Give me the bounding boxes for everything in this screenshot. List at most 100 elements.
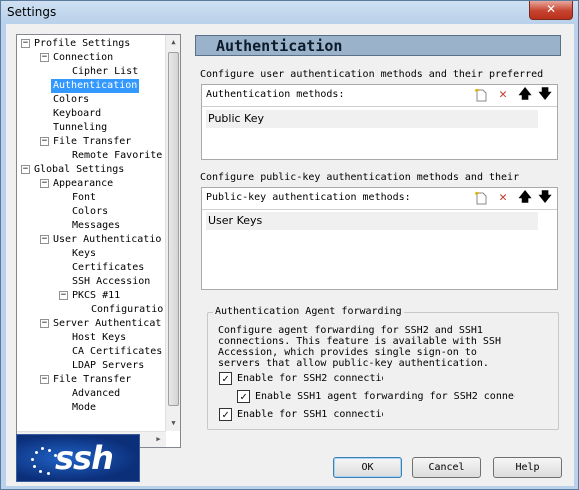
collapse-toggle-icon[interactable]: − [21,39,30,48]
pk-methods-label: Public-key authentication methods: [206,192,411,203]
check-icon: ✓ [219,372,232,385]
cancel-button[interactable]: Cancel [412,457,481,478]
settings-window: Settings ✕ − Profile Settings − Connection C… [0,0,579,490]
tree-item-label: Colors [72,206,109,217]
tree-item-label: Cipher List [72,66,139,77]
tree-item-label: CA Certificates [72,346,163,357]
auth-methods-description: Configure user authentication methods an… [200,69,544,80]
tree-item[interactable]: Mode [17,401,166,415]
tree-item[interactable]: Host Keys [17,331,166,345]
tree-item-label: Connection [53,52,114,63]
tree-item[interactable]: − User Authenticatio [17,233,166,247]
tree-item[interactable]: − Server Authenticat [17,317,166,331]
tree-item[interactable]: Remote Favorite [17,149,166,163]
title-bar[interactable]: Settings ✕ [1,1,578,23]
collapse-toggle-icon[interactable]: − [40,179,49,188]
collapse-toggle-icon[interactable]: − [40,53,49,62]
tree-item[interactable]: Advanced [17,387,166,401]
collapse-toggle-icon[interactable]: − [40,235,49,244]
tree-item[interactable]: Keys [17,247,166,261]
new-icon[interactable] [473,88,489,104]
check-icon: ✓ [219,408,232,421]
tree-item-label: Colors [53,94,90,105]
tree-item[interactable]: SSH Accession [17,275,166,289]
tree-item[interactable]: − Appearance [17,177,166,191]
tree-item-label: Keyboard [53,108,102,119]
list-separator [202,106,557,107]
auth-methods-label: Authentication methods: [206,89,345,100]
tree-item-label: File Transfer [53,374,132,385]
tree-item[interactable]: Authentication [17,79,166,93]
close-button[interactable]: ✕ [529,1,573,20]
tree-item[interactable]: − Global Settings [17,163,166,177]
arrow-down-icon[interactable]: 🡇 [537,87,553,103]
scroll-down-arrow-icon[interactable]: ▼ [166,416,180,431]
tree-item[interactable]: Certificates [17,261,166,275]
page-title: Authentication [216,37,343,55]
auth-methods-list[interactable]: Authentication methods: ✕ 🡅 🡇 Public Key [201,84,558,160]
tree-item-label: Mode [72,402,97,413]
tree-item-label: Appearance [53,178,114,189]
collapse-toggle-icon[interactable]: − [59,291,68,300]
tree-item-label: File Transfer [53,136,132,147]
tree-item[interactable]: CA Certificates [17,345,166,359]
tree-item-label: Font [72,192,97,203]
enable-ssh1-agent-checkbox[interactable]: ✓ Enable SSH1 agent forwarding for SSH2 … [237,390,515,403]
check-icon: ✓ [237,390,250,403]
tree-item-label: PKCS #11 [72,290,121,301]
logo-text: ssh [55,439,114,477]
tree-item[interactable]: − File Transfer [17,373,166,387]
tree-item-label: Profile Settings [34,38,131,49]
pk-methods-list[interactable]: Public-key authentication methods: ✕ 🡅 🡇… [201,187,558,290]
enable-ssh1-checkbox[interactable]: ✓ Enable for SSH1 connections [219,408,383,421]
tree-item[interactable]: Cipher List [17,65,166,79]
tree-item-label: Advanced [72,388,121,399]
tree-item-label: Keys [72,248,97,259]
enable-ssh1-label: Enable for SSH1 connections [237,409,383,420]
tree-item[interactable]: Keyboard [17,107,166,121]
collapse-toggle-icon[interactable]: − [40,375,49,384]
collapse-toggle-icon[interactable]: − [40,319,49,328]
settings-tree: − Profile Settings − Connection Cipher List A… [16,34,181,448]
arrow-down-icon[interactable]: 🡇 [537,190,553,206]
vertical-scroll-thumb[interactable] [168,52,179,406]
list-item[interactable]: User Keys [206,212,538,230]
ssh-logo: ssh [16,434,140,482]
enable-ssh2-checkbox[interactable]: ✓ Enable for SSH2 connections [219,372,383,385]
tree-item[interactable]: − Connection [17,51,166,65]
collapse-toggle-icon[interactable]: − [21,165,30,174]
tree-item[interactable]: Configuratio [17,303,166,317]
window-title: Settings [7,5,57,19]
tree-item-label: SSH Accession [72,276,151,287]
list-separator [202,209,557,210]
list-item[interactable]: Public Key [206,110,538,128]
tree-item[interactable]: Tunneling [17,121,166,135]
arrow-up-icon[interactable]: 🡅 [517,87,533,103]
tree-item[interactable]: Font [17,191,166,205]
collapse-toggle-icon[interactable]: − [40,137,49,146]
delete-icon[interactable]: ✕ [495,190,511,206]
tree-item[interactable]: LDAP Servers [17,359,166,373]
tree-item-label: Configuratio [91,304,164,315]
ok-button[interactable]: OK [333,457,402,478]
tree-item[interactable]: Colors [17,205,166,219]
agent-forwarding-title: Authentication Agent forwarding [213,306,404,317]
scroll-up-arrow-icon[interactable]: ▲ [166,35,180,50]
close-icon: ✕ [545,2,557,16]
new-icon[interactable] [473,191,489,207]
delete-icon[interactable]: ✕ [495,87,511,103]
scroll-right-arrow-icon[interactable]: ▶ [151,432,166,447]
arrow-up-icon[interactable]: 🡅 [517,190,533,206]
tree-item[interactable]: − File Transfer [17,135,166,149]
tree-item-label: Authentication [51,79,140,93]
tree-item[interactable]: − PKCS #11 [17,289,166,303]
tree-item[interactable]: − Profile Settings [17,37,166,51]
tree-item[interactable]: Colors [17,93,166,107]
tree-vertical-scrollbar[interactable]: ▲ ▼ [165,35,180,431]
tree-item-label: Server Authenticat [53,318,162,329]
tree-item-label: User Authenticatio [53,234,162,245]
help-button[interactable]: Help [493,457,562,478]
tree-item[interactable]: Messages [17,219,166,233]
tree-view: − Profile Settings − Connection Cipher List A… [17,35,166,431]
tree-item-label: Certificates [72,262,145,273]
